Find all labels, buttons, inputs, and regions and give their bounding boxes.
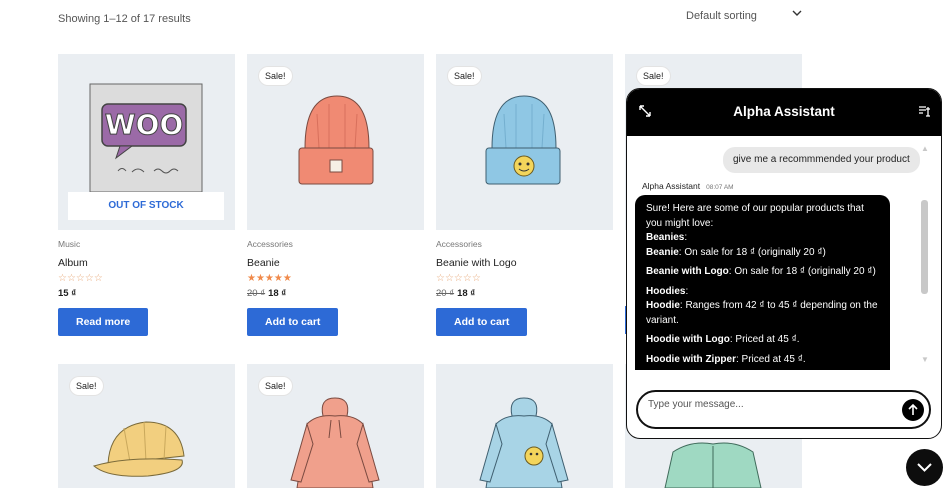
price-current: 18 ₫	[457, 288, 476, 299]
product-image[interactable]: WOO OUT OF STOCK	[58, 54, 235, 230]
sorting-label: Default sorting	[686, 10, 757, 22]
bot-message: Sure! Here are some of our popular produ…	[635, 195, 890, 370]
send-button[interactable]	[902, 399, 924, 421]
reply-item-text: : Ranges from 42 ₫ to 45 ₫ depending on …	[646, 300, 878, 326]
reply-item-text: : Priced at 45 ₫.	[729, 334, 800, 345]
reply-intro: Sure! Here are some of our popular produ…	[646, 203, 864, 229]
product-price: 20 ₫ 18 ₫	[436, 288, 613, 299]
clear-chat-icon[interactable]	[917, 104, 931, 118]
svg-text:WOO: WOO	[105, 108, 184, 141]
scroll-up-arrow[interactable]: ▲	[921, 144, 929, 153]
out-of-stock-label: OUT OF STOCK	[68, 192, 224, 220]
hoodie-logo-image	[479, 397, 569, 488]
add-to-cart-button[interactable]: Add to cart	[436, 308, 528, 336]
bot-sender: Alpha Assistant 08:07 AM	[642, 181, 734, 191]
reply-heading: Beanies	[646, 232, 685, 243]
rating-stars: ☆☆☆☆☆	[58, 273, 103, 284]
chat-header: Alpha Assistant	[627, 89, 941, 136]
product-category[interactable]: Accessories	[436, 239, 613, 249]
product-name[interactable]: Album	[58, 257, 235, 269]
shop-page: Showing 1–12 of 17 results Default sorti…	[0, 0, 948, 488]
reply-item-label: Hoodie	[646, 300, 680, 311]
product-image[interactable]: Sale!	[436, 54, 613, 230]
product-price: 15 ₫	[58, 288, 235, 299]
result-count: Showing 1–12 of 17 results	[58, 13, 191, 25]
reply-item-text: : On sale for 18 ₫ (originally 20 ₫)	[678, 246, 826, 258]
product-card-beanie: Sale! Accessories Beanie ★★★★★ 20 ₫ 18 ₫ …	[247, 54, 424, 336]
product-card-beanie-with-logo: Sale! Accessories Beanie with Logo ☆☆☆☆☆…	[436, 54, 613, 336]
chat-messages[interactable]: give me a recommmended your product Alph…	[627, 136, 941, 377]
user-message: give me a recommmended your product	[723, 147, 920, 173]
arrow-up-icon	[908, 403, 918, 415]
sale-badge: Sale!	[448, 67, 481, 85]
product-name[interactable]: Beanie	[247, 257, 424, 269]
scroll-down-arrow[interactable]: ▼	[921, 355, 929, 364]
product-card-album: WOO OUT OF STOCK Music Album ☆☆☆☆☆ 15 ₫ …	[58, 54, 235, 336]
add-to-cart-button[interactable]: Add to cart	[247, 308, 339, 336]
message-input[interactable]	[648, 399, 888, 410]
product-image[interactable]: Sale!	[58, 364, 235, 488]
product-image[interactable]	[436, 364, 613, 488]
sorting-select[interactable]: Default sorting	[686, 10, 802, 26]
bot-name: Alpha Assistant	[642, 181, 701, 191]
message-input-box	[636, 390, 931, 429]
sale-badge: Sale!	[637, 67, 670, 85]
reply-item-label: Hoodie with Logo	[646, 334, 730, 345]
chevron-down-icon	[792, 9, 802, 20]
price-current: 18 ₫	[268, 288, 287, 299]
price-original: 20 ₫	[436, 288, 455, 299]
read-more-button[interactable]: Read more	[58, 308, 149, 336]
message-time: 08:07 AM	[706, 184, 734, 191]
rating-stars: ★★★★★	[247, 273, 292, 284]
sale-badge: Sale!	[70, 377, 103, 395]
product-image[interactable]: Sale!	[247, 54, 424, 230]
sale-badge: Sale!	[259, 377, 292, 395]
product-price: 20 ₫ 18 ₫	[247, 288, 424, 299]
sale-badge: Sale!	[259, 67, 292, 85]
product-category[interactable]: Music	[58, 239, 235, 249]
chat-title: Alpha Assistant	[733, 104, 835, 119]
product-card-hoodie-with-logo	[436, 364, 613, 488]
reply-item-text: : Priced at 45 ₫.	[736, 353, 806, 365]
product-category[interactable]: Accessories	[247, 239, 424, 249]
product-card-cap: Sale!	[58, 364, 235, 488]
product-name[interactable]: Beanie with Logo	[436, 257, 613, 269]
reply-item-label: Beanie	[646, 246, 679, 258]
scrollbar-thumb[interactable]	[921, 200, 928, 294]
reply-item-label: Beanie with Logo	[646, 266, 729, 277]
price-original: 20 ₫	[247, 288, 266, 299]
reply-heading: Hoodies	[646, 285, 686, 297]
rating-stars: ☆☆☆☆☆	[436, 273, 481, 284]
reply-item-label: Hoodie with Zipper	[646, 353, 736, 365]
product-image[interactable]: Sale!	[247, 364, 424, 488]
product-card-hoodie: Sale!	[247, 364, 424, 488]
price-current: 15 ₫	[58, 288, 77, 299]
chat-toggle-button[interactable]	[906, 449, 943, 486]
chevron-down-icon	[917, 463, 932, 472]
reply-item-text: : On sale for 18 ₫ (originally 20 ₫)	[728, 266, 876, 277]
chat-widget: Alpha Assistant give me a recommmended y…	[626, 88, 942, 439]
